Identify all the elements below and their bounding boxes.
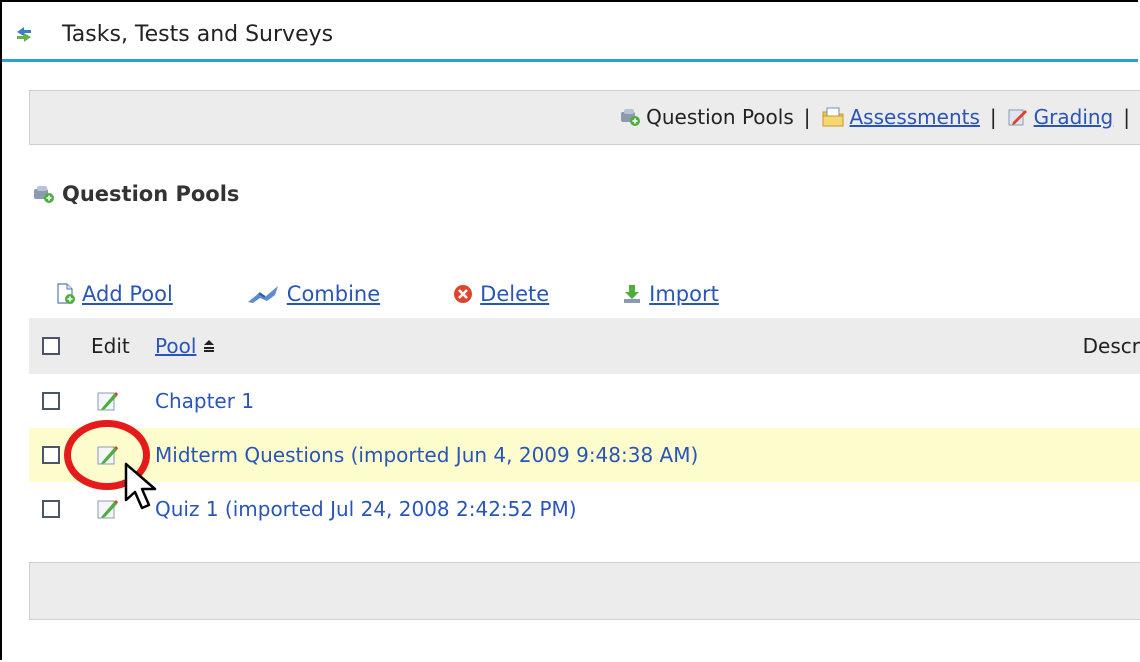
pool-name-link[interactable]: Chapter 1 [155,389,254,413]
table-row: Midterm Questions (imported Jun 4, 2009 … [29,428,1140,482]
pool-sort-link[interactable]: Pool [155,334,196,358]
assessments-icon [822,107,843,127]
import-link[interactable]: Import [649,282,719,306]
nav-separator: | [989,105,997,129]
delete-action[interactable]: Delete [452,282,549,306]
select-all-checkbox[interactable] [42,337,60,355]
page-title: Tasks, Tests and Surveys [62,22,334,47]
pool-name-link[interactable]: Midterm Questions (imported Jun 4, 2009 … [155,443,698,467]
import-icon [624,285,641,303]
nav-item-question-pools-label: Question Pools [646,105,794,129]
table-footer-bar [29,562,1140,620]
edit-column-header: Edit [91,334,130,358]
pool-column-header[interactable]: Pool [155,334,216,358]
refresh-arrows-icon [17,27,31,42]
add-pool-link[interactable]: Add Pool [82,282,173,306]
nav-separator: | [803,105,811,129]
nav-item-assessments-link[interactable]: Assessments [850,105,980,129]
mouse-cursor-icon [124,462,157,510]
question-pools-icon [34,186,54,203]
nav-item-grading-link[interactable]: Grading [1034,105,1114,129]
combine-action[interactable]: Combine [245,282,380,306]
add-page-icon [57,283,75,304]
table-row: Quiz 1 (imported Jul 24, 2008 2:42:52 PM… [29,482,1140,536]
table-row: Chapter 1 [29,374,1140,428]
pools-table: Edit Pool Descr Chapter 1 Midterm Questi… [29,318,1140,536]
row-checkbox[interactable] [42,446,60,464]
pool-name-link[interactable]: Quiz 1 (imported Jul 24, 2008 2:42:52 PM… [155,497,577,521]
nav-item-question-pools: Question Pools [619,105,794,129]
nav-separator: | [1123,105,1130,129]
import-action[interactable]: Import [621,282,719,306]
delete-link[interactable]: Delete [480,282,549,306]
row-checkbox[interactable] [42,392,60,410]
top-nav-bar: Question Pools | Assessments | Grading | [29,90,1140,145]
section-title: Question Pools [32,182,239,206]
combine-icon [247,286,278,303]
sort-ascending-icon[interactable] [202,339,216,353]
add-pool-action[interactable]: Add Pool [56,282,173,306]
grading-icon [1008,109,1027,126]
description-column-header: Descr [1082,334,1140,358]
section-title-text: Question Pools [62,182,240,206]
question-pools-icon [621,109,641,126]
nav-item-assessments[interactable]: Assessments [821,105,980,129]
nav-links: Question Pools | Assessments | Grading | [619,105,1140,129]
nav-item-grading[interactable]: Grading [1007,105,1114,129]
pool-actions-toolbar: Add Pool Combine Delete Import [56,282,791,306]
page-header: Tasks, Tests and Surveys [2,2,1138,62]
delete-icon [454,285,473,303]
edit-pencil-icon[interactable] [97,498,119,520]
combine-link[interactable]: Combine [287,282,380,306]
row-checkbox[interactable] [42,500,60,518]
edit-pencil-icon[interactable] [97,390,119,412]
table-header-row: Edit Pool Descr [29,318,1140,374]
